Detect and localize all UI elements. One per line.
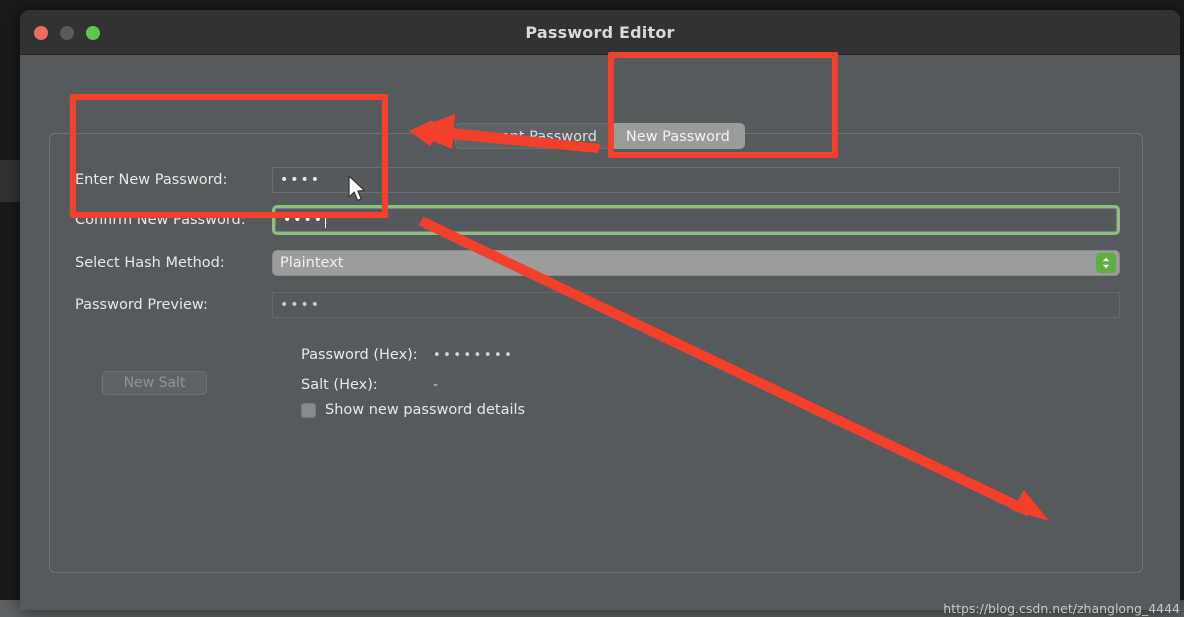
- hash-method-value: Plaintext: [280, 255, 344, 271]
- row-confirm-new-password: Confirm New Password: ••••: [50, 204, 1142, 236]
- tab-current-password[interactable]: Current Password: [455, 123, 612, 149]
- label-select-hash-method: Select Hash Method:: [75, 255, 225, 271]
- show-new-password-details-label: Show new password details: [325, 402, 526, 418]
- show-new-password-details-row[interactable]: Show new password details: [301, 402, 525, 418]
- watermark-text: https://blog.csdn.net/zhanglong_4444: [943, 601, 1180, 616]
- password-editor-window: Password Editor Current Password New Pas…: [20, 10, 1180, 610]
- window-body: Current Password New Password Enter New …: [20, 55, 1180, 610]
- show-new-password-details-checkbox[interactable]: [301, 402, 316, 418]
- text-caret: [325, 212, 327, 228]
- hash-method-dropdown[interactable]: Plaintext: [272, 250, 1120, 276]
- desktop-background-top-left: [0, 0, 20, 130]
- desktop-background-highlight: [0, 160, 20, 202]
- value-salt-hex: -: [433, 377, 439, 393]
- row-salt-hex: Salt (Hex): -: [301, 373, 438, 397]
- label-confirm-new-password: Confirm New Password:: [75, 212, 246, 228]
- tab-bar: Current Password New Password: [20, 123, 1180, 149]
- row-password-preview: Password Preview: ••••: [50, 289, 1142, 321]
- enter-new-password-input[interactable]: ••••: [272, 167, 1120, 193]
- tab-new-password[interactable]: New Password: [611, 123, 745, 149]
- enter-new-password-value: ••••: [280, 172, 322, 188]
- label-password-preview: Password Preview:: [75, 297, 208, 313]
- confirm-new-password-inner: ••••: [275, 208, 1117, 232]
- mouse-cursor: [348, 175, 366, 202]
- screen: Password Editor Current Password New Pas…: [0, 0, 1184, 617]
- row-select-hash-method: Select Hash Method: Plaintext: [50, 247, 1142, 279]
- password-preview-field: ••••: [272, 292, 1120, 318]
- window-title: Password Editor: [525, 23, 675, 42]
- desktop-background-bottom-left: [0, 202, 20, 617]
- row-password-hex: Password (Hex): ••••••••: [301, 343, 514, 367]
- label-salt-hex: Salt (Hex):: [301, 377, 378, 393]
- row-enter-new-password: Enter New Password: ••••: [50, 164, 1142, 196]
- label-password-hex: Password (Hex):: [301, 347, 418, 363]
- chevron-updown-icon[interactable]: [1096, 253, 1116, 273]
- content-panel: Enter New Password: •••• Confirm New Pas…: [49, 133, 1143, 573]
- desktop-background-mid-left: [0, 130, 20, 160]
- confirm-new-password-value: ••••: [283, 212, 325, 228]
- confirm-new-password-input[interactable]: ••••: [272, 205, 1120, 235]
- new-salt-button[interactable]: New Salt: [102, 371, 207, 395]
- label-enter-new-password: Enter New Password:: [75, 172, 228, 188]
- password-preview-value: ••••: [280, 297, 322, 313]
- desktop-background-right: [1180, 0, 1184, 617]
- value-password-hex: ••••••••: [433, 347, 515, 363]
- title-bar: Password Editor: [20, 10, 1180, 55]
